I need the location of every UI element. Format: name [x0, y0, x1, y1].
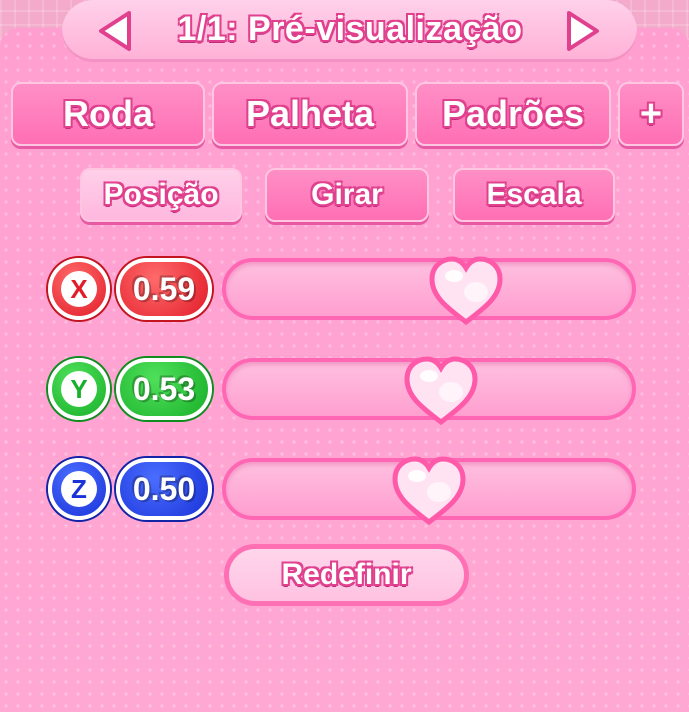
next-button[interactable]: [558, 6, 608, 56]
slider-z-track[interactable]: [222, 456, 636, 526]
axis-x-value-text: 0.59: [132, 270, 196, 307]
axis-x-value: 0.59: [116, 258, 212, 320]
tab-roda[interactable]: Roda: [11, 82, 205, 146]
axis-y-label: Y: [61, 371, 97, 407]
subtab-escala[interactable]: Escala: [453, 168, 615, 222]
heart-icon[interactable]: [389, 452, 469, 532]
tab-more-button[interactable]: +: [618, 82, 684, 146]
page-title: 1/1: Pré-visualização: [177, 10, 523, 48]
axis-x-label: X: [61, 271, 97, 307]
slider-x-track[interactable]: [222, 256, 636, 326]
heart-icon[interactable]: [401, 352, 481, 432]
subtab-girar[interactable]: Girar: [265, 168, 429, 222]
reset-button[interactable]: Redefinir: [224, 544, 469, 606]
arrow-right-icon: [567, 11, 599, 51]
axis-z-value: 0.50: [116, 458, 212, 520]
tab-palheta[interactable]: Palheta: [212, 82, 408, 146]
axis-y-value-text: 0.53: [132, 370, 196, 407]
tab-padroes[interactable]: Padrões: [415, 82, 611, 146]
axis-z-badge: Z: [48, 458, 110, 520]
slider-y-track[interactable]: [222, 356, 636, 426]
axis-z-label: Z: [61, 471, 97, 507]
subtab-posicao[interactable]: Posição: [80, 168, 242, 222]
axis-y-value: 0.53: [116, 358, 212, 420]
axis-y-badge: Y: [48, 358, 110, 420]
axis-z-value-text: 0.50: [132, 470, 196, 507]
prev-button[interactable]: [90, 6, 140, 56]
heart-icon[interactable]: [426, 252, 506, 332]
arrow-left-icon: [99, 11, 131, 51]
axis-x-badge: X: [48, 258, 110, 320]
